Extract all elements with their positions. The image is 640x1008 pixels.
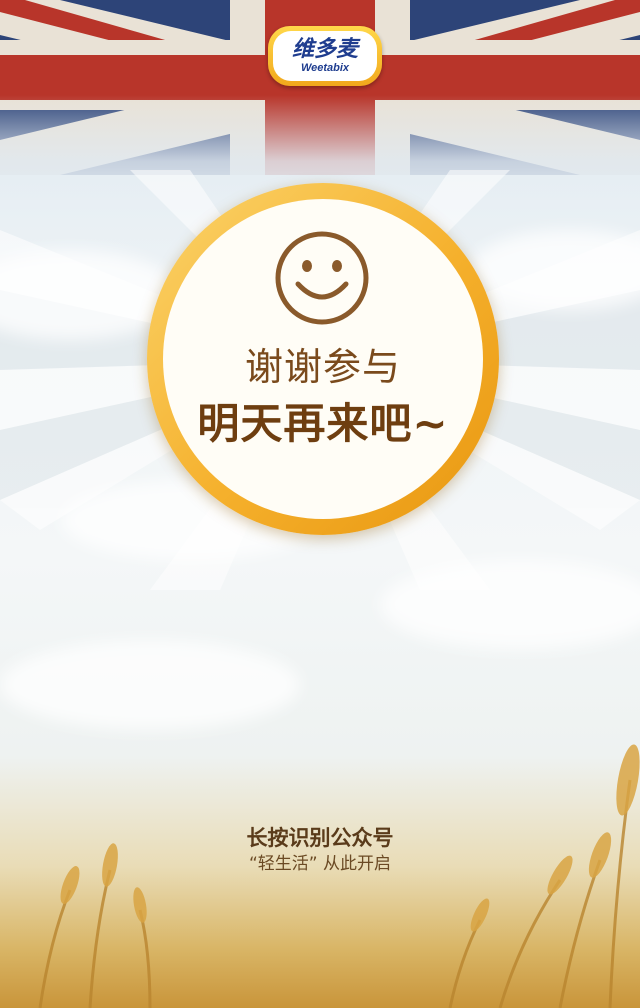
try-tomorrow-text: 明天再来吧~ xyxy=(197,399,449,448)
long-press-instruction: 长按识别公众号 xyxy=(246,826,394,850)
follow-account-prompt: 长按识别公众号 “轻生活” 从此开启 xyxy=(0,824,640,876)
brand-name-en: Weetabix xyxy=(300,61,350,74)
thanks-text: 谢谢参与 xyxy=(244,345,401,389)
brand-name-cn: 维多麦 xyxy=(291,36,358,62)
smiley-face-icon xyxy=(275,231,369,325)
weetabix-logo: 维多麦 Weetabix xyxy=(268,26,382,86)
lottery-result-page: 维多麦 Weetabix 谢谢参与 明天再来吧~ 长按识别公众号 “轻生活” 从… xyxy=(0,0,640,1008)
slogan-text: “轻生活” 从此开启 xyxy=(248,854,392,874)
cloud xyxy=(380,560,640,650)
cloud xyxy=(0,640,300,730)
